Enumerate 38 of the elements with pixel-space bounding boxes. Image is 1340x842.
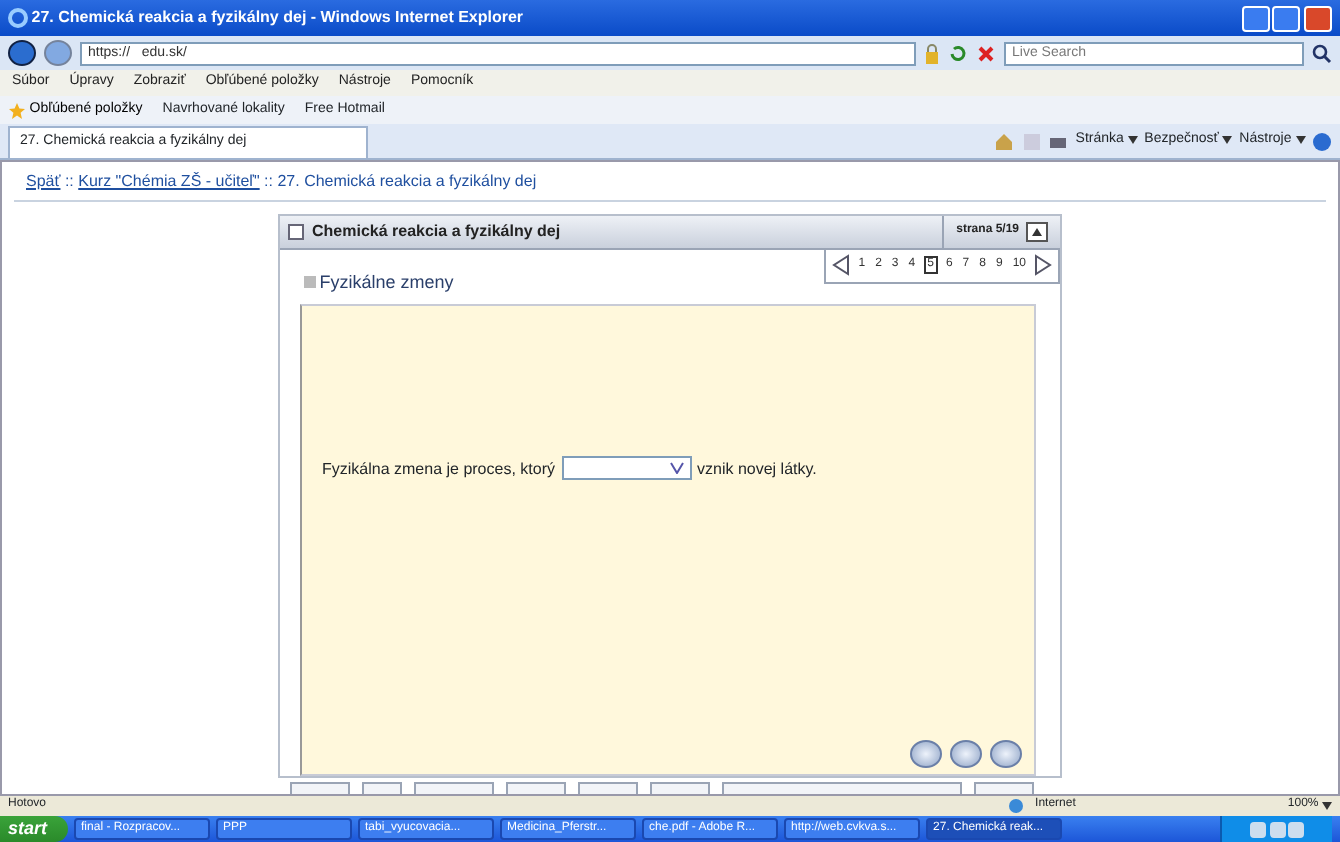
menu-icon[interactable] [288, 223, 304, 240]
close-button[interactable] [1304, 5, 1332, 31]
next-icon[interactable] [1034, 254, 1052, 277]
previous-icon[interactable] [832, 254, 851, 277]
breadcrumb-separator: :: [62, 172, 76, 190]
hint-button[interactable] [910, 739, 942, 768]
collapse-button[interactable] [1026, 221, 1048, 242]
caret-icon [1295, 136, 1305, 145]
caret-icon [1127, 136, 1138, 145]
caret-icon [1222, 136, 1233, 145]
bullet-icon [304, 275, 316, 288]
caret-icon [1322, 802, 1332, 810]
home-icon[interactable] [994, 131, 1015, 151]
start-button[interactable]: start [0, 816, 68, 842]
stop-icon[interactable] [976, 43, 996, 63]
panel-title: Chemická reakcia a fyzikálny dej [312, 221, 563, 241]
lock-icon [924, 43, 940, 63]
breadcrumb-link[interactable]: Kurz "Chémia ZŠ - učiteľ" [78, 172, 260, 190]
globe-icon [1007, 798, 1024, 814]
window-title: 27. Chemická reakcia a fyzikálny dej - Windows Internet Explorer [31, 8, 526, 28]
caret-icon [669, 462, 683, 475]
section-title: Fyzikálne zmeny [319, 271, 454, 293]
answer-dropdown[interactable] [561, 456, 691, 481]
refresh-icon[interactable] [948, 43, 968, 63]
breadcrumb-current: 27. Chemická reakcia a fyzikálny dej [277, 172, 537, 190]
minimize-button[interactable] [1241, 5, 1269, 31]
breadcrumb-separator: :: [262, 172, 275, 190]
sentence-text: vznik novej látky. [697, 459, 817, 479]
sentence-text: Fyzikálna zmena je proces, ktorý [322, 459, 555, 479]
maximize-button[interactable] [1272, 5, 1301, 31]
reset-button[interactable] [950, 739, 982, 768]
browser-icon [8, 8, 28, 28]
back-button[interactable] [8, 40, 36, 66]
breadcrumb-link[interactable]: Späť [26, 172, 61, 190]
check-button[interactable] [990, 739, 1022, 768]
star-icon [8, 101, 26, 119]
up-arrow-icon [1032, 227, 1042, 236]
search-icon[interactable] [1312, 43, 1332, 63]
